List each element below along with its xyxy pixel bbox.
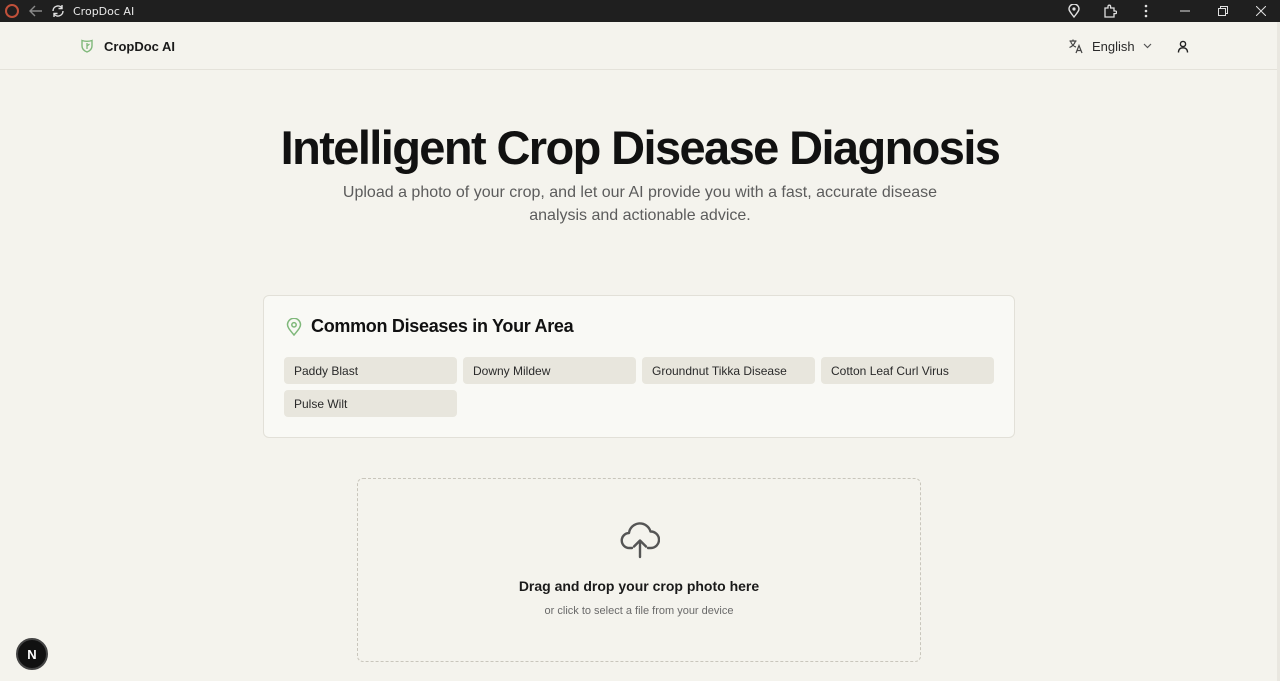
- arrow-left-icon: [29, 5, 42, 17]
- upload-title: Drag and drop your crop photo here: [518, 578, 760, 594]
- cloud-upload-icon: [620, 522, 660, 559]
- location-pin-icon: [286, 317, 302, 336]
- brand-link[interactable]: CropDoc AI: [80, 22, 175, 70]
- window-titlebar: CropDoc AI: [0, 0, 1280, 22]
- shield-leaf-icon: [81, 39, 93, 53]
- user-profile-button[interactable]: [1176, 38, 1190, 54]
- restore-button[interactable]: [1204, 0, 1242, 22]
- disease-chip[interactable]: Pulse Wilt: [284, 390, 457, 417]
- translate-icon: [1069, 39, 1083, 54]
- language-selector[interactable]: English: [1068, 22, 1152, 70]
- disease-chip[interactable]: Downy Mildew: [463, 357, 636, 384]
- reload-icon: [52, 5, 64, 17]
- page-subtitle: Upload a photo of your crop, and let our…: [342, 184, 938, 224]
- more-vertical-icon: [1144, 4, 1148, 18]
- menu-button[interactable]: [1128, 0, 1164, 22]
- close-icon: [1256, 6, 1266, 16]
- upload-subtitle: or click to select a file from your devi…: [544, 605, 734, 617]
- back-button[interactable]: [25, 0, 47, 22]
- extensions-button[interactable]: [1092, 0, 1128, 22]
- user-icon: [1177, 40, 1189, 53]
- disease-chip[interactable]: Cotton Leaf Curl Virus: [821, 357, 994, 384]
- minimize-button[interactable]: [1166, 0, 1204, 22]
- language-label: English: [1092, 38, 1135, 54]
- window-title: CropDoc AI: [73, 4, 135, 18]
- puzzle-icon: [1104, 4, 1117, 18]
- brand-name: CropDoc AI: [104, 38, 176, 54]
- chevron-down-icon: [1143, 43, 1152, 49]
- disease-chip[interactable]: Paddy Blast: [284, 357, 457, 384]
- app-icon: [5, 4, 19, 18]
- restore-icon: [1218, 6, 1228, 16]
- reload-button[interactable]: [47, 0, 69, 22]
- app-header: CropDoc AI English: [0, 22, 1280, 70]
- upload-dropzone[interactable]: Drag and drop your crop photo here or cl…: [357, 478, 921, 662]
- common-diseases-card: Common Diseases in Your Area Paddy Blast…: [263, 295, 1015, 438]
- close-button[interactable]: [1242, 0, 1280, 22]
- location-button[interactable]: [1056, 0, 1092, 22]
- location-pin-icon: [1068, 4, 1080, 18]
- card-title: Common Diseases in Your Area: [311, 316, 574, 336]
- minimize-icon: [1180, 10, 1190, 12]
- disease-chip[interactable]: Groundnut Tikka Disease: [642, 357, 815, 384]
- dev-tools-button[interactable]: N: [16, 638, 48, 670]
- page-title: Intelligent Crop Disease Diagnosis: [280, 121, 1001, 174]
